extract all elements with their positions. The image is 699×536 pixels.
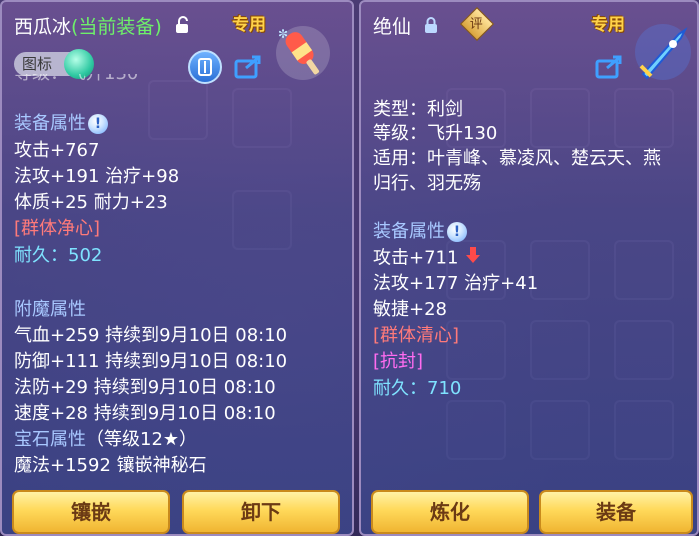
attr-line: 攻击+711 bbox=[373, 246, 481, 271]
special-skill-text: [抗封] bbox=[373, 351, 424, 372]
item-name: 西瓜冰 bbox=[14, 16, 72, 38]
inlay-button[interactable]: 镶嵌 bbox=[12, 490, 170, 534]
gem-header-text: 宝石属性 bbox=[14, 429, 86, 450]
info-icon[interactable]: ! bbox=[447, 222, 467, 242]
item-detail-panel: 绝仙 评 专用 类型：利剑 等级：飞升130 适用：叶青峰、慕凌风、楚云天、燕 … bbox=[359, 0, 699, 536]
attr-line: 敏捷+28 bbox=[373, 299, 447, 320]
skill-text: [群体清心] bbox=[373, 325, 460, 346]
durability-label: 耐久： bbox=[14, 245, 68, 266]
equip-attr-header: 装备属性! bbox=[373, 220, 467, 244]
attr-line: 攻击+767 bbox=[14, 140, 100, 161]
equip-attr-header: 装备属性! bbox=[14, 112, 108, 136]
attack-value: 攻击+711 bbox=[373, 247, 459, 269]
enchant-line: 法防+29 持续到9月10日 08:10 bbox=[14, 377, 276, 398]
compare-icon[interactable] bbox=[188, 50, 222, 84]
svg-text:✼: ✼ bbox=[278, 27, 288, 41]
durability-value: 502 bbox=[68, 245, 103, 266]
attr-line: 法攻+177 治疗+41 bbox=[373, 273, 539, 294]
lock-icon[interactable] bbox=[423, 16, 439, 39]
share-icon[interactable] bbox=[595, 52, 627, 80]
equipped-status: (当前装备) bbox=[71, 16, 162, 38]
durability-value: 710 bbox=[427, 378, 462, 399]
item-title: 西瓜冰(当前装备) bbox=[14, 12, 190, 39]
unequip-button[interactable]: 卸下 bbox=[182, 490, 340, 534]
review-badge-text: 评 bbox=[469, 17, 483, 33]
type-line: 类型：利剑 bbox=[373, 99, 463, 120]
skill-text: [群体净心] bbox=[14, 218, 101, 239]
gem-level: （等级12★） bbox=[86, 429, 198, 450]
enchant-line: 气血+259 持续到9月10日 08:10 bbox=[14, 325, 288, 346]
popsicle-weapon-icon: ✼ bbox=[274, 24, 332, 82]
equip-attr-header-text: 装备属性 bbox=[14, 113, 86, 134]
down-arrow-icon bbox=[466, 246, 481, 271]
current-equipment-panel: 西瓜冰(当前装备) 专用 ✼ 图标 等级：飞升130 bbox=[0, 0, 354, 536]
blue-sword-icon bbox=[633, 22, 693, 82]
unlock-icon[interactable] bbox=[174, 16, 190, 39]
info-icon[interactable]: ! bbox=[88, 114, 108, 134]
item-title: 绝仙 bbox=[373, 12, 439, 39]
gem-text: 魔法+1592 镶嵌神秘石 bbox=[14, 455, 207, 476]
review-badge[interactable]: 评 bbox=[460, 7, 494, 41]
gem-header: 宝石属性（等级12★） bbox=[14, 428, 197, 452]
equip-button[interactable]: 装备 bbox=[539, 490, 693, 534]
durability-label: 耐久： bbox=[373, 378, 427, 399]
enchant-line: 速度+28 持续到9月10日 08:10 bbox=[14, 403, 276, 424]
durability: 耐久：710 bbox=[373, 377, 461, 401]
equip-attr-header-text: 装备属性 bbox=[373, 221, 445, 242]
durability: 耐久：502 bbox=[14, 244, 102, 268]
exclusive-label: 专用 bbox=[232, 15, 266, 35]
exclusive-label: 专用 bbox=[591, 15, 625, 35]
refine-button[interactable]: 炼化 bbox=[371, 490, 529, 534]
applies-line: 适用：叶青峰、慕凌风、楚云天、燕 bbox=[373, 148, 661, 169]
icon-toggle-label: 图标 bbox=[22, 55, 53, 73]
share-icon[interactable] bbox=[234, 52, 266, 80]
attr-line: 法攻+191 治疗+98 bbox=[14, 166, 180, 187]
enchant-line: 防御+111 持续到9月10日 08:10 bbox=[14, 351, 288, 372]
applies-line: 归行、羽无殇 bbox=[373, 173, 481, 194]
level-line: 等级：飞升130 bbox=[373, 123, 498, 144]
attr-line: 体质+25 耐力+23 bbox=[14, 192, 168, 213]
item-name: 绝仙 bbox=[373, 16, 412, 38]
enchant-header: 附魔属性 bbox=[14, 299, 86, 320]
icon-toggle[interactable]: 图标 bbox=[14, 49, 94, 79]
